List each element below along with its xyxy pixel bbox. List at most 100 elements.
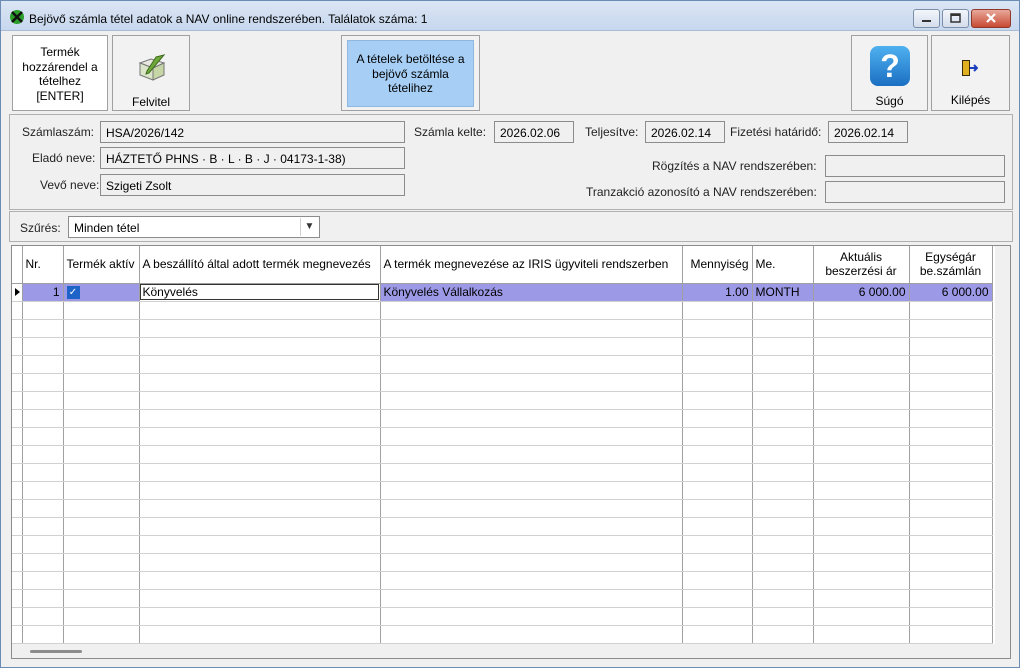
fulfilment-date-field[interactable]: 2026.02.14 (645, 121, 725, 143)
empty-row (12, 625, 993, 644)
issue-date-label: Számla kelte: (414, 125, 487, 139)
empty-cell (12, 301, 23, 320)
empty-cell (12, 553, 23, 572)
empty-cell (682, 355, 753, 374)
load-label-line1: A tételek betöltése a (356, 52, 465, 66)
empty-cell (12, 337, 23, 356)
exit-button[interactable]: Kilépés (931, 35, 1010, 111)
invoice-number-field[interactable]: HSA/2026/142 (100, 121, 405, 143)
empty-cell (752, 625, 814, 644)
empty-cell (682, 589, 753, 608)
empty-cell (752, 499, 814, 518)
empty-cell (909, 337, 993, 356)
empty-cell (682, 535, 753, 554)
items-grid: Nr. Termék aktív A beszállító által adot… (11, 245, 1011, 659)
empty-cell (682, 445, 753, 464)
load-items-label: A tételek betöltése a bejövő számla téte… (348, 52, 473, 96)
empty-row (12, 571, 993, 590)
items-table: Nr. Termék aktív A beszállító által adot… (12, 246, 993, 644)
issue-date-field[interactable]: 2026.02.06 (494, 121, 574, 143)
cell-current-price[interactable]: 6 000.00 (813, 283, 910, 302)
book-pencil-icon (138, 54, 166, 81)
empty-cell (12, 571, 23, 590)
close-button[interactable] (971, 9, 1011, 28)
empty-cell (909, 355, 993, 374)
empty-cell (63, 409, 140, 428)
nav-transaction-field[interactable] (825, 181, 1005, 203)
empty-cell (380, 571, 683, 590)
empty-cell (63, 373, 140, 392)
col-header-iris-name[interactable]: A termék megnevezése az IRIS ügyviteli r… (380, 246, 683, 284)
empty-cell (380, 427, 683, 446)
checkbox-checked-icon[interactable]: ✓ (66, 286, 80, 300)
empty-row (12, 391, 993, 410)
empty-cell (813, 499, 910, 518)
chevron-down-icon[interactable]: ▼ (300, 218, 318, 236)
cell-quantity[interactable]: 1.00 (682, 283, 753, 302)
due-date-label: Fizetési határidő: (730, 125, 822, 139)
col-header-nr[interactable]: Nr. (22, 246, 64, 284)
col-header-invoice-unit-price[interactable]: Egységár be.számlán (909, 246, 993, 284)
empty-cell (22, 355, 64, 374)
minimize-button[interactable] (913, 9, 940, 28)
col-header-quantity[interactable]: Mennyiség (682, 246, 753, 284)
app-window: Bejövő számla tétel adatok a NAV online … (0, 0, 1020, 668)
empty-cell (813, 355, 910, 374)
cell-unit[interactable]: MONTH (752, 283, 814, 302)
empty-cell (813, 445, 910, 464)
col-header-current-price[interactable]: Aktuális beszerzési ár (813, 246, 910, 284)
table-row[interactable]: 1 ✓ Könyvelés Könyvelés Vállalkozás 1.00… (12, 283, 993, 302)
empty-row (12, 319, 993, 338)
empty-cell (909, 463, 993, 482)
cell-iris-name[interactable]: Könyvelés Vállalkozás (380, 283, 683, 302)
empty-cell (380, 301, 683, 320)
empty-cell (139, 625, 381, 644)
empty-cell (63, 301, 140, 320)
empty-cell (752, 607, 814, 626)
cell-supplier-name[interactable]: Könyvelés (139, 283, 381, 302)
empty-cell (12, 409, 23, 428)
empty-cell (380, 553, 683, 572)
empty-row (12, 409, 993, 428)
cell-active[interactable]: ✓ (63, 283, 140, 302)
due-date-field[interactable]: 2026.02.14 (828, 121, 908, 143)
cell-nr[interactable]: 1 (22, 283, 64, 302)
empty-cell (909, 589, 993, 608)
empty-cell (813, 409, 910, 428)
empty-cell (909, 625, 993, 644)
filter-select[interactable]: Minden tétel ▼ (68, 216, 320, 238)
load-items-button[interactable]: A tételek betöltése a bejövő számla téte… (347, 40, 474, 107)
empty-cell (813, 571, 910, 590)
col-header-unit[interactable]: Me. (752, 246, 814, 284)
nav-record-field[interactable] (825, 155, 1005, 177)
horizontal-scrollbar[interactable] (12, 644, 1010, 658)
seller-name-field[interactable]: HÁZTETŐ PHNS · B · L · B · J · 04173-1-3… (100, 147, 405, 169)
nav-record-label: Rögzítés a NAV rendszerében: (652, 159, 817, 173)
empty-cell (752, 517, 814, 536)
empty-cell (22, 409, 64, 428)
assign-product-button[interactable]: Termék hozzárendel a tételhez [ENTER] (12, 35, 108, 111)
maximize-button[interactable] (942, 9, 969, 28)
exit-door-icon (962, 60, 978, 76)
buyer-name-field[interactable]: Szigeti Zsolt (100, 174, 405, 196)
empty-cell (752, 571, 814, 590)
empty-cell (63, 535, 140, 554)
col-header-supplier-name[interactable]: A beszállító által adott termék megnevez… (139, 246, 381, 284)
empty-cell (682, 607, 753, 626)
empty-row (12, 463, 993, 482)
vertical-scrollbar[interactable] (995, 246, 1010, 658)
empty-cell (682, 463, 753, 482)
empty-cell (380, 319, 683, 338)
empty-cell (12, 625, 23, 644)
invoice-header-panel: Számlaszám: HSA/2026/142 Eladó neve: HÁZ… (9, 114, 1013, 210)
help-button[interactable]: ? Súgó (851, 35, 928, 111)
record-button[interactable]: Felvitel (112, 35, 190, 111)
fulfilment-date-label: Teljesítve: (585, 125, 639, 139)
maximize-icon (950, 13, 961, 23)
cell-invoice-unit-price[interactable]: 6 000.00 (909, 283, 993, 302)
horizontal-scroll-thumb[interactable] (30, 650, 82, 653)
empty-cell (22, 571, 64, 590)
empty-cell (22, 499, 64, 518)
empty-cell (22, 553, 64, 572)
col-header-active[interactable]: Termék aktív (63, 246, 140, 284)
